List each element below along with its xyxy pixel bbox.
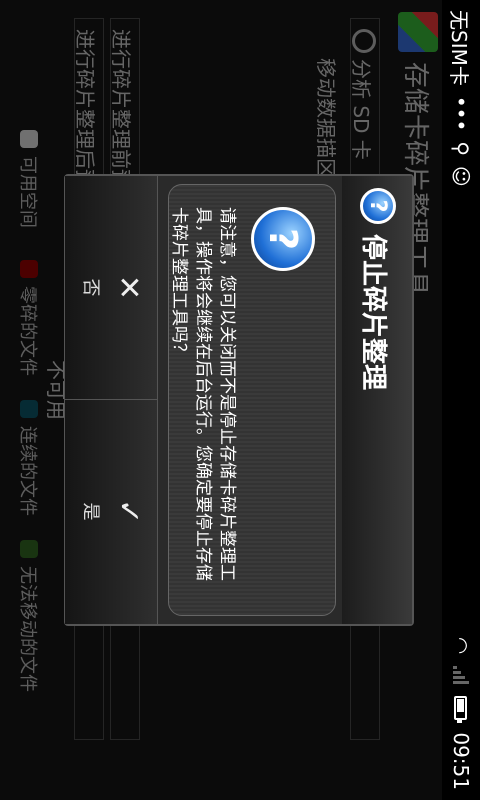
cancel-label: 否 [80,278,101,297]
question-icon: ? [251,207,315,271]
android-debug-icon: ☺ [449,165,473,187]
dialog-titlebar: ? 停止碎片整理 [342,176,412,624]
legend-item: 可用空间 [16,130,42,228]
screen: 无SIM卡 ••• ⚲ ☺ ◠ 09:51 存储卡碎片整理工具 分析 SD 卡 [0,0,480,800]
before-label: 进行碎片整理前预 [109,29,133,189]
signal-icon [453,666,469,685]
confirm-label: 是 [80,502,101,521]
legend-swatch [20,260,38,278]
clock: 09:51 [449,732,473,790]
legend-swatch [20,130,38,148]
landscape-canvas: 无SIM卡 ••• ⚲ ☺ ◠ 09:51 存储卡碎片整理工具 分析 SD 卡 [0,0,480,800]
legend-label: 连续的文件 [17,426,38,516]
wifi-icon: ◠ [449,636,473,655]
dialog-message: 请注意，您可以关闭而不是停止存储卡碎片整理工具，操作将会继续在后台运行。您确定要… [169,207,237,581]
status-left: 无SIM卡 ••• ⚲ ☺ [448,10,474,187]
close-icon: ✕ [111,274,146,301]
legend-item: 连续的文件 [16,400,42,516]
battery-icon [454,696,468,721]
legend-swatch [20,540,38,558]
status-bar: 无SIM卡 ••• ⚲ ☺ ◠ 09:51 [442,0,480,800]
dialog-buttons: ✕ 否 ✓ 是 [65,176,158,624]
legend-item: 无法移动的文件 [16,540,42,692]
check-icon: ✓ [111,498,146,525]
legend: 可用空间 零碎的文件 连续的文件 无法移动的文件 [14,0,42,800]
after-label: 进行碎片整理后预 [73,29,97,189]
usb-icon: ⚲ [449,141,473,156]
app-icon [398,12,438,52]
dialog-body: ? 请注意，您可以关闭而不是停止存储卡碎片整理工具，操作将会继续在后台运行。您确… [168,184,336,616]
storage-label: 分析 SD 卡 [349,59,373,160]
stop-defrag-dialog: ? 停止碎片整理 ? 请注意，您可以关闭而不是停止存储卡碎片整理工具，操作将会继… [64,174,414,626]
legend-label: 零碎的文件 [17,286,38,376]
data-area-label: 移动数据描区 [314,58,338,178]
legend-label: 无法移动的文件 [17,566,38,692]
legend-swatch [20,400,38,418]
carrier-text: 无SIM卡 [447,10,472,86]
legend-item: 零碎的文件 [16,260,42,376]
confirm-button[interactable]: ✓ 是 [65,400,157,623]
dialog-title: 停止碎片整理 [358,234,388,391]
radio-icon[interactable] [352,29,376,53]
legend-label: 可用空间 [17,156,38,228]
notification-icon: ••• [449,95,473,132]
question-icon: ? [360,188,396,224]
cancel-button[interactable]: ✕ 否 [65,176,157,400]
status-right: ◠ 09:51 [448,637,474,790]
